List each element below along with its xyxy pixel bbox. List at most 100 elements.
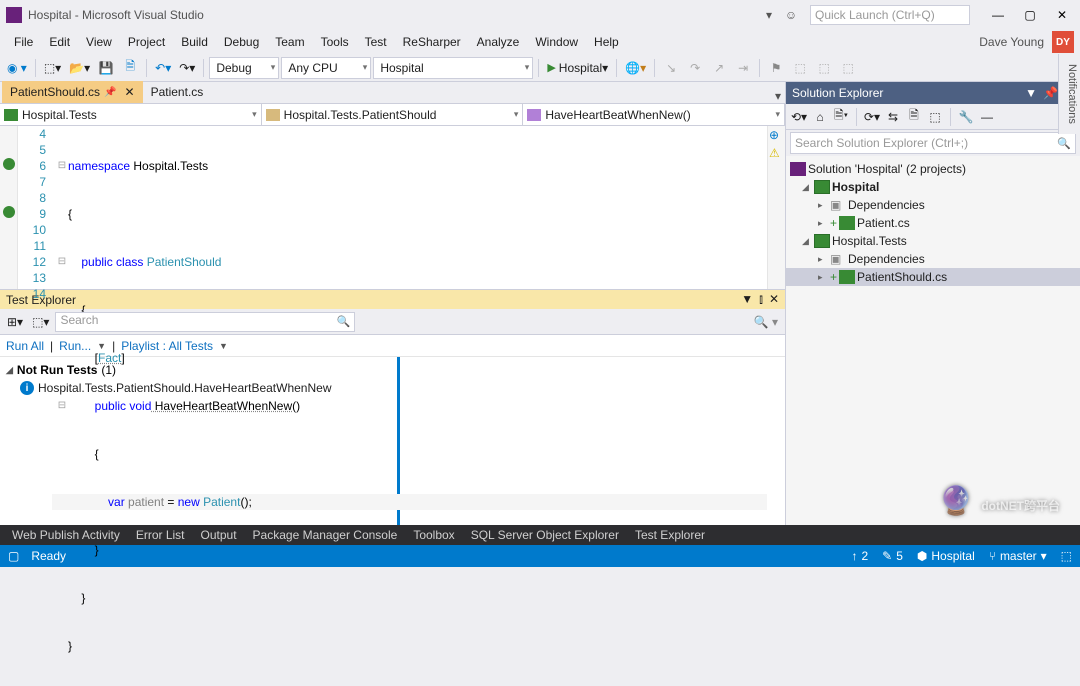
dependencies-node[interactable]: ▸ ▣ Dependencies [786,250,1080,268]
maximize-button[interactable]: ▢ [1018,8,1042,22]
code-nav-bar: Hospital.Tests Hospital.Tests.PatientSho… [0,104,785,126]
solution-explorer-header[interactable]: Solution Explorer ▼ 📌 ✕ [786,82,1080,104]
startup-combo[interactable]: Hospital [373,57,533,79]
user-name[interactable]: Dave Young [979,35,1044,49]
collapse-button[interactable]: ⟳▾ [863,108,881,126]
tab-overflow[interactable]: ▾ [771,89,785,103]
git-branch[interactable]: ⑂ master ▾ [989,549,1047,563]
menu-file[interactable]: File [6,33,41,51]
menu-project[interactable]: Project [120,33,173,51]
git-pending-up[interactable]: ↑ 2 [851,549,868,563]
show-all-button[interactable]: ⇆ [884,108,902,126]
window-position-icon[interactable]: ▼ [1025,86,1037,100]
line-number-gutter: 4567891011121314 [18,126,52,289]
save-button[interactable]: 💾 [95,57,117,79]
new-project-button[interactable]: ⬚▾ [41,57,64,79]
step-into-button[interactable]: ↘ [660,57,682,79]
overview-ruler[interactable]: ⊕ ⚠ [767,126,785,289]
start-debug-button[interactable]: ▶Hospital ▾ [544,57,611,79]
redo-button[interactable]: ↷▾ [176,57,198,79]
misc-button-1[interactable]: ⬚ [789,57,811,79]
menu-team[interactable]: Team [267,33,312,51]
menu-window[interactable]: Window [527,33,586,51]
dependencies-icon: ▣ [830,198,846,212]
properties-button[interactable]: 🔧 [957,108,975,126]
code-editor[interactable]: 4567891011121314 ⊟namespace Hospital.Tes… [0,126,785,289]
quick-launch-input[interactable]: Quick Launch (Ctrl+Q) [810,5,970,25]
home-button[interactable]: ⌂ [811,108,829,126]
group-by-button[interactable]: ⊞▾ [4,311,26,333]
editor-region: PatientShould.cs 📌 ✕ Patient.cs ▾ Hospit… [0,82,785,525]
status-extra-icon[interactable]: ⬚ [1061,549,1072,563]
csharp-project-icon [814,234,830,248]
pin-icon[interactable]: 📌 [104,87,116,98]
dependencies-icon: ▣ [830,252,846,266]
run-all-link[interactable]: Run All [6,339,44,353]
menu-analyze[interactable]: Analyze [469,33,528,51]
menu-debug[interactable]: Debug [216,33,267,51]
document-tabs: PatientShould.cs 📌 ✕ Patient.cs ▾ [0,82,785,104]
menu-tools[interactable]: Tools [313,33,357,51]
sync-button[interactable]: 🗎▾ [832,108,850,126]
project-node-hospital[interactable]: ◢ Hospital [786,178,1080,196]
menu-build[interactable]: Build [173,33,216,51]
close-icon[interactable]: ✕ [769,292,779,307]
file-node-patientshould[interactable]: ▸ + PatientShould.cs [786,268,1080,286]
notifications-icon[interactable]: ▾ [761,7,777,23]
step-button-4[interactable]: ⇥ [732,57,754,79]
test-marker-icon[interactable] [3,158,15,170]
close-icon[interactable]: ✕ [125,85,135,99]
breakpoint-gutter[interactable] [0,126,18,289]
undo-button[interactable]: ↶▾ [152,57,174,79]
tab-label: PatientShould.cs [10,85,100,99]
menu-edit[interactable]: Edit [41,33,78,51]
notifications-side-tab[interactable]: Notifications [1058,54,1080,134]
menu-test[interactable]: Test [357,33,395,51]
nav-project-combo[interactable]: Hospital.Tests [0,104,262,125]
nav-back-button[interactable]: ◉ ▾ [4,57,30,79]
minimize-button[interactable]: ― [986,8,1010,22]
save-all-button[interactable]: 🗎 [119,57,141,79]
test-marker-icon[interactable] [3,206,15,218]
dependencies-node[interactable]: ▸ ▣ Dependencies [786,196,1080,214]
step-over-button[interactable]: ↷ [684,57,706,79]
menubar: File Edit View Project Build Debug Team … [0,30,1080,54]
flag-button[interactable]: ⚑ [765,57,787,79]
config-combo[interactable]: Debug [209,57,279,79]
test-search-input[interactable]: Search [55,312,355,332]
nav-method-combo[interactable]: HaveHeartBeatWhenNew() [523,104,785,125]
git-repo[interactable]: ⬢ Hospital [917,549,975,563]
code-content[interactable]: ⊟namespace Hospital.Tests { ⊟ public cla… [52,126,767,289]
filter-button[interactable]: ⬚▾ [29,311,52,333]
menu-view[interactable]: View [78,33,120,51]
feedback-icon[interactable]: ☺ [783,7,799,23]
pin-icon[interactable]: 📌 [1043,86,1058,100]
browser-button[interactable]: 🌐▾ [622,57,649,79]
platform-combo[interactable]: Any CPU [281,57,371,79]
git-changes[interactable]: ✎ 5 [882,549,903,563]
menu-resharper[interactable]: ReSharper [395,33,469,51]
close-button[interactable]: ✕ [1050,8,1074,22]
preview-button[interactable]: ⬚ [926,108,944,126]
step-out-button[interactable]: ↗ [708,57,730,79]
warning-icon: ⚠ [769,146,783,160]
tab-patient[interactable]: Patient.cs [143,81,212,103]
nav-class-combo[interactable]: Hospital.Tests.PatientShould [262,104,524,125]
misc-button-3[interactable]: ⬚ [837,57,859,79]
project-node-tests[interactable]: ◢ Hospital.Tests [786,232,1080,250]
back-button[interactable]: ⟲▾ [790,108,808,126]
user-avatar[interactable]: DY [1052,31,1074,53]
menu-help[interactable]: Help [586,33,627,51]
file-node-patient[interactable]: ▸ + Patient.cs [786,214,1080,232]
open-file-button[interactable]: 📂▾ [66,57,93,79]
tab-patientshould[interactable]: PatientShould.cs 📌 ✕ [2,81,143,103]
misc-button-2[interactable]: ⬚ [813,57,835,79]
vs-logo-icon [6,7,22,23]
solution-node[interactable]: Solution 'Hospital' (2 projects) [786,160,1080,178]
cs-file-icon [839,216,855,230]
refresh-button[interactable]: 🗎 [905,108,923,126]
solution-search-input[interactable]: Search Solution Explorer (Ctrl+;) [790,132,1076,154]
extra-button[interactable]: — [978,108,996,126]
expand-icon[interactable]: ⊕ [769,128,783,142]
solution-tree[interactable]: Solution 'Hospital' (2 projects) ◢ Hospi… [786,156,1080,525]
